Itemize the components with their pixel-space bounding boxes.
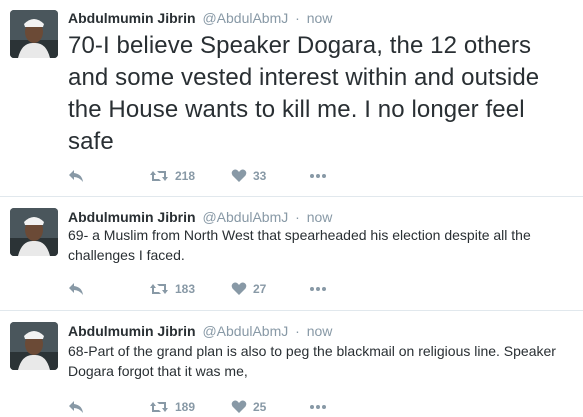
like-count: 33 — [253, 169, 267, 183]
author-handle[interactable]: @AbdulAbmJ — [202, 209, 288, 225]
separator-dot: · — [295, 209, 300, 225]
tweet-header: Abdulmumin Jibrin @AbdulAbmJ · now — [68, 322, 332, 340]
retweet-button[interactable]: 218 — [149, 166, 195, 186]
heart-icon — [231, 169, 247, 183]
retweet-count: 183 — [175, 282, 196, 296]
author-name[interactable]: Abdulmumin Jibrin — [68, 209, 196, 225]
avatar[interactable] — [10, 322, 58, 370]
reply-icon — [68, 400, 84, 414]
tweet[interactable]: Abdulmumin Jibrin @AbdulAbmJ · now 70-I … — [0, 0, 583, 197]
more-icon — [309, 286, 327, 292]
retweet-count: 218 — [175, 169, 196, 183]
more-icon — [309, 173, 327, 179]
reply-button[interactable] — [68, 279, 84, 299]
heart-icon — [231, 282, 247, 296]
reply-icon — [68, 169, 84, 183]
reply-icon — [68, 282, 84, 296]
timestamp[interactable]: now — [307, 209, 333, 225]
tweet[interactable]: Abdulmumin Jibrin @AbdulAbmJ · now 68-Pa… — [0, 311, 583, 414]
like-button[interactable]: 27 — [231, 279, 266, 299]
more-button[interactable] — [309, 166, 327, 186]
retweet-icon — [149, 282, 169, 296]
author-name[interactable]: Abdulmumin Jibrin — [68, 10, 196, 26]
reply-button[interactable] — [68, 397, 84, 417]
like-count: 25 — [253, 400, 267, 414]
avatar[interactable] — [10, 208, 58, 256]
reply-button[interactable] — [68, 166, 84, 186]
author-handle[interactable]: @AbdulAbmJ — [202, 10, 288, 26]
retweet-count: 189 — [175, 400, 196, 414]
more-icon — [309, 404, 327, 410]
tweet-header: Abdulmumin Jibrin @AbdulAbmJ · now — [68, 9, 332, 27]
like-count: 27 — [253, 282, 267, 296]
retweet-icon — [149, 169, 169, 183]
tweet-text: 68-Part of the grand plan is also to peg… — [68, 343, 556, 379]
author-name[interactable]: Abdulmumin Jibrin — [68, 323, 196, 339]
tweet-text: 70-I believe Speaker Dogara, the 12 othe… — [68, 32, 540, 155]
timestamp[interactable]: now — [307, 10, 333, 26]
author-handle[interactable]: @AbdulAbmJ — [202, 323, 288, 339]
separator-dot: · — [295, 10, 300, 26]
retweet-button[interactable]: 189 — [149, 397, 195, 417]
tweet-text: 69- a Muslim from North West that spearh… — [68, 227, 531, 263]
more-button[interactable] — [309, 397, 327, 417]
retweet-icon — [149, 400, 169, 414]
avatar[interactable] — [10, 10, 58, 58]
timestamp[interactable]: now — [307, 323, 333, 339]
separator-dot: · — [295, 323, 300, 339]
tweet[interactable]: Abdulmumin Jibrin @AbdulAbmJ · now 69- a… — [0, 197, 583, 311]
retweet-button[interactable]: 183 — [149, 279, 195, 299]
like-button[interactable]: 25 — [231, 397, 266, 417]
heart-icon — [231, 400, 247, 414]
tweet-header: Abdulmumin Jibrin @AbdulAbmJ · now — [68, 208, 332, 226]
like-button[interactable]: 33 — [231, 166, 266, 186]
more-button[interactable] — [309, 279, 327, 299]
